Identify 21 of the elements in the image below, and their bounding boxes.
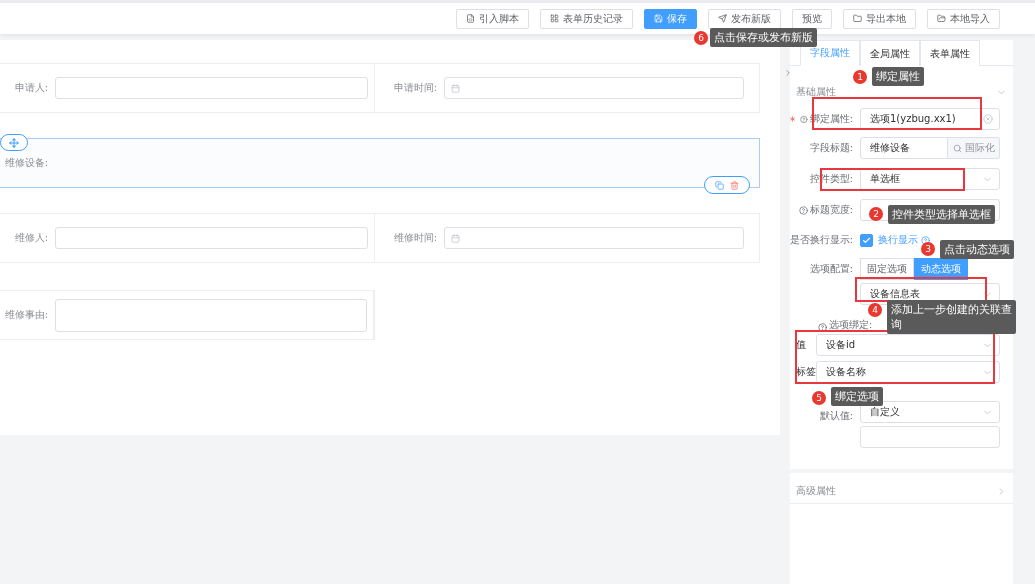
annotation-tooltip: 添加上一步创建的关联查询 — [887, 300, 1016, 334]
property-label: 标题宽度: — [809, 203, 853, 217]
annotation-tooltip: 控件类型选择单选框 — [888, 205, 995, 224]
checkbox-label: 换行显示 — [878, 233, 918, 247]
annotation-tooltip: 绑定选项 — [831, 387, 883, 406]
property-label: 选项绑定: — [828, 319, 874, 332]
property-label: 标签 — [796, 365, 816, 379]
annotation-tooltip: 绑定属性 — [872, 67, 924, 86]
annotation-tooltip: 点击保存或发布新版 — [710, 28, 817, 47]
field-label: 维修时间: — [392, 231, 437, 245]
field-label: 维修人: — [13, 231, 48, 245]
field-label: 申请时间: — [392, 81, 437, 95]
property-label: 选项配置: — [809, 262, 853, 276]
property-label: 字段标题: — [809, 141, 853, 155]
field-label: 申请人: — [13, 81, 48, 95]
field-label: 维修事由: — [3, 308, 48, 322]
field-label: 维修设备: — [3, 156, 48, 170]
property-label: 是否换行显示: — [790, 233, 854, 247]
annotation-tooltip: 点击动态选项 — [940, 240, 1014, 259]
property-label: 值 — [796, 338, 807, 352]
property-label: 默认值: — [819, 410, 853, 423]
